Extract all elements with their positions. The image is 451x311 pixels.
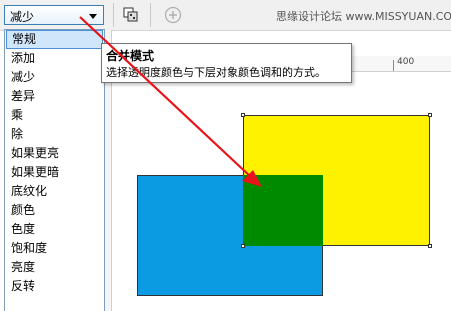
annotation-arrow-icon (79, 16, 262, 187)
